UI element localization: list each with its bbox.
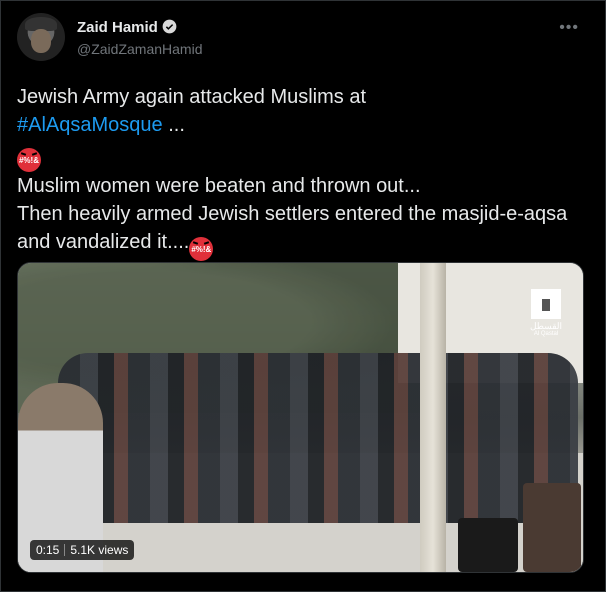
tweet-line-emoji: #%!&	[17, 139, 592, 172]
avatar[interactable]	[17, 13, 65, 61]
video-stats-badge: 0:15 5.1K views	[30, 540, 135, 560]
angry-face-emoji-icon-2: #%!&	[189, 237, 214, 261]
watermark-english: Al Qastal	[533, 331, 559, 337]
tweet-text-line2: Muslim women were beaten and thrown out.…	[17, 175, 421, 197]
author-name-row[interactable]: Zaid Hamid	[77, 19, 177, 36]
ellipsis-text: ...	[162, 114, 185, 136]
angry-face-emoji-icon: #%!&	[17, 148, 41, 172]
video-crowd	[58, 353, 578, 523]
al-qastal-watermark: القسطل Al Qastal	[523, 289, 569, 341]
tweet-line-2: #AlAqsaMosque ...	[17, 111, 592, 139]
video-trash-bin	[458, 518, 518, 572]
video-duration: 0:15	[36, 543, 60, 557]
tweet-line-4: Then heavily armed Jewish settlers enter…	[17, 200, 592, 261]
author-name[interactable]: Zaid Hamid	[77, 19, 158, 36]
video-player[interactable]: القسطل Al Qastal 0:15 5.1K views	[17, 262, 584, 573]
badge-divider	[64, 544, 66, 556]
tweet-line-3: Muslim women were beaten and thrown out.…	[17, 172, 592, 200]
video-pole	[420, 263, 446, 572]
verified-badge-icon	[162, 19, 177, 34]
tweet-line-1: Jewish Army again attacked Muslims at	[17, 83, 592, 111]
tweet-text-line1: Jewish Army again attacked Muslims at	[17, 86, 367, 108]
tweet-text: Jewish Army again attacked Muslims at #A…	[17, 83, 592, 261]
more-options-icon[interactable]: •••	[559, 19, 579, 37]
video-views: 5.1K views	[70, 543, 129, 557]
al-qastal-logo-icon	[531, 289, 561, 319]
hashtag-link[interactable]: #AlAqsaMosque	[17, 114, 163, 136]
author-handle[interactable]: @ZaidZamanHamid	[77, 41, 202, 57]
video-trash-bin-2	[523, 483, 581, 572]
tweet-card: Zaid Hamid @ZaidZamanHamid ••• Jewish Ar…	[0, 0, 606, 592]
tweet-text-line3: Then heavily armed Jewish settlers enter…	[17, 203, 568, 253]
avatar-face	[31, 29, 51, 53]
watermark-arabic: القسطل	[529, 321, 563, 331]
